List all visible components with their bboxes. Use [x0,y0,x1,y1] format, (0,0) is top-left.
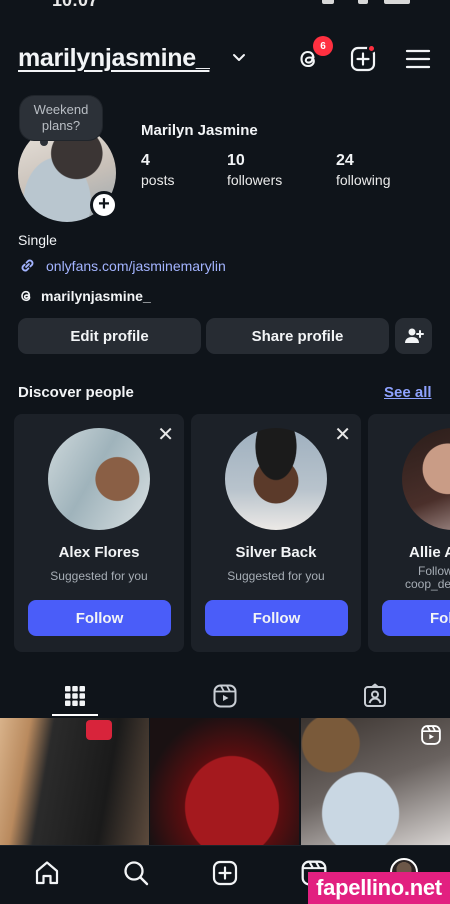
grid-icon [65,686,85,706]
suggestion-name[interactable]: Allie A [409,544,450,561]
tagged-icon [364,683,386,707]
profile-username[interactable]: marilynjasmine_ [18,44,210,73]
profile-bio: Single [18,232,57,248]
share-profile-button[interactable]: Share profile [206,318,389,354]
suggestion-name[interactable]: Alex Flores [14,544,184,561]
suggestion-subtitle: Suggested for you [227,569,325,583]
suggestion-avatar[interactable] [48,428,150,530]
reels-icon [213,684,237,708]
tab-reels[interactable] [150,676,300,716]
followers-label[interactable]: followers [227,172,282,188]
suggestion-avatar[interactable] [402,428,450,530]
menu-icon[interactable] [403,44,433,74]
suggestion-avatar[interactable] [225,428,327,530]
home-icon[interactable] [32,858,62,888]
threads-handle[interactable]: marilynjasmine_ [41,288,151,304]
post-thumbnail[interactable] [0,718,149,845]
following-count[interactable]: 24 [336,152,354,170]
followers-count[interactable]: 10 [227,152,245,170]
suggestion-card[interactable]: Allie A Follow coop_de Fol [368,414,450,652]
note-text: Weekend plans? [33,102,89,133]
follow-label: Follow [75,609,124,627]
following-label[interactable]: following [336,172,390,188]
profile-note[interactable]: Weekend plans? [20,96,102,140]
suggestion-card[interactable]: ✕ Alex Flores Suggested for you Follow [14,414,184,652]
wifi-icon [358,0,368,4]
signal-icon [322,0,334,4]
search-icon[interactable] [121,858,151,888]
threads-profile-link[interactable]: marilynjasmine_ [18,288,151,304]
battery-icon [384,0,410,4]
discover-people-button[interactable] [395,318,432,354]
edit-profile-button[interactable]: Edit profile [18,318,201,354]
watermark: fapellino.net [308,872,450,904]
share-profile-label: Share profile [251,327,344,345]
post-thumbnail[interactable] [150,718,299,845]
profile-full-name: Marilyn Jasmine [141,122,258,139]
suggestion-subtitle: Follow [418,564,450,578]
close-icon[interactable]: ✕ [157,422,174,447]
suggestion-card[interactable]: ✕ Silver Back Suggested for you Follow [191,414,361,652]
follow-button[interactable]: Follow [28,600,171,636]
follow-button[interactable]: Fol [382,600,450,636]
chevron-down-icon[interactable] [232,53,246,63]
follow-label: Follow [252,609,301,627]
add-story-button[interactable]: + [90,191,118,219]
posts-count[interactable]: 4 [141,152,150,170]
close-icon[interactable]: ✕ [334,422,351,447]
profile-link[interactable]: onlyfans.com/jasminemarylin [18,256,226,275]
status-bar: 10:07 [0,0,450,14]
new-post-icon[interactable] [210,858,240,888]
suggestion-subtitle: Suggested for you [50,569,148,583]
link-icon [21,259,34,272]
posts-label[interactable]: posts [141,172,174,188]
suggestion-name[interactable]: Silver Back [191,544,361,561]
post-thumbnail[interactable] [301,718,450,845]
suggestion-subtitle-2: coop_de [405,577,450,591]
threads-small-icon [21,290,31,302]
status-time: 10:07 [52,0,99,10]
see-all-link[interactable]: See all [384,384,432,401]
follow-button[interactable]: Follow [205,600,348,636]
new-activity-dot [367,44,376,53]
tab-posts-grid[interactable] [0,676,150,716]
add-person-icon [404,328,424,343]
follow-label: Fol [430,609,450,627]
discover-people-title: Discover people [18,384,134,401]
edit-profile-label: Edit profile [70,327,149,345]
notification-badge: 6 [313,36,333,56]
active-tab-indicator [52,714,98,716]
profile-link-text[interactable]: onlyfans.com/jasminemarylin [46,258,226,274]
tab-tagged[interactable] [300,676,450,716]
reel-indicator-icon [421,725,441,745]
